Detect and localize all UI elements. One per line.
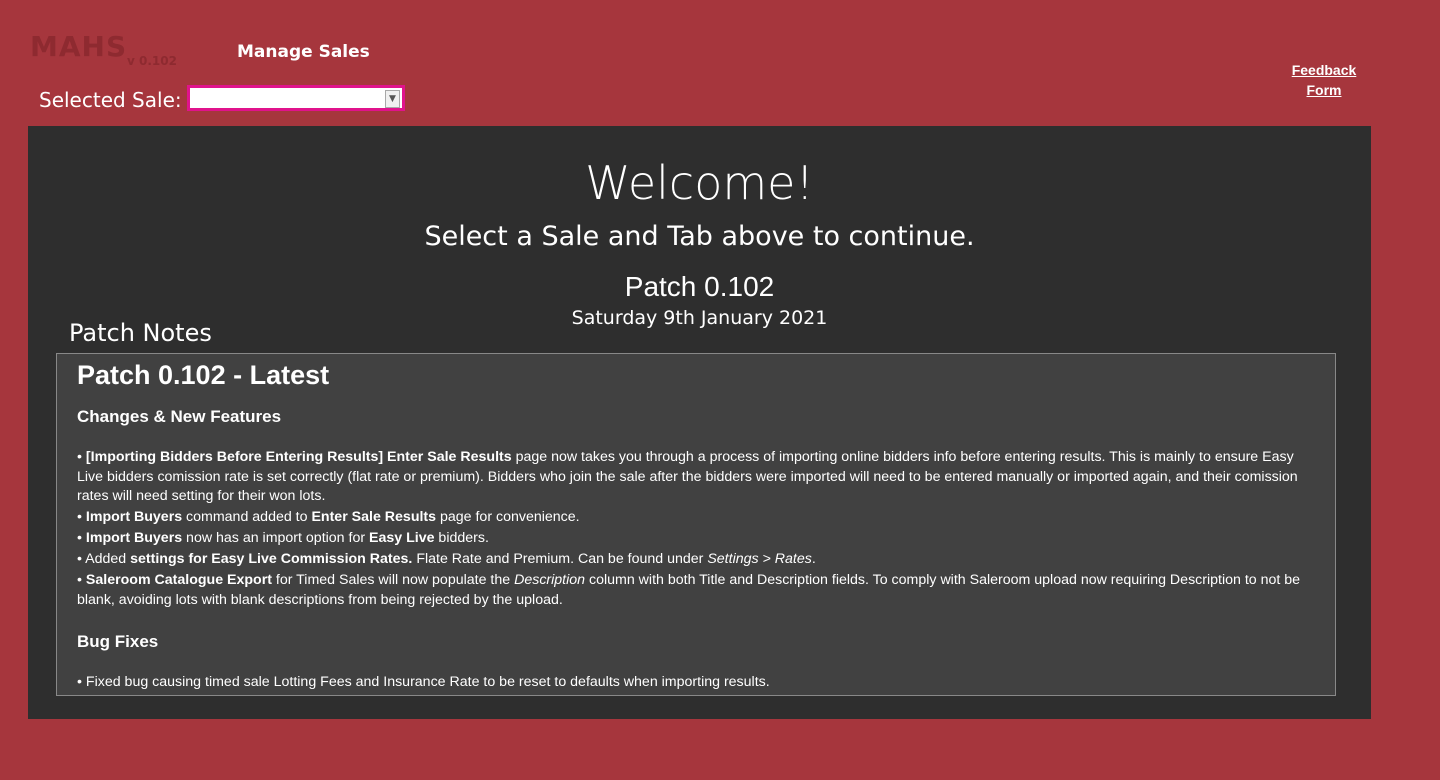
patch-date: Saturday 9th January 2021 <box>571 307 828 329</box>
list-item: • [Importing Bidders Before Entering Res… <box>77 449 1298 504</box>
welcome-title: Welcome! <box>585 156 814 210</box>
list-item: • Import Buyers now has an import option… <box>77 530 489 546</box>
patch-notes-label: Patch Notes <box>69 319 212 347</box>
version-label: v 0.102 <box>127 54 177 68</box>
app-logo: MAHS <box>30 30 128 63</box>
welcome-subtitle: Select a Sale and Tab above to continue. <box>424 221 975 252</box>
patch-version: Patch 0.102 <box>624 271 775 302</box>
list-item: • Saleroom Catalogue Export for Timed Sa… <box>77 572 1301 608</box>
bug-fixes-heading: Bug Fixes <box>77 631 159 651</box>
feedback-form-link[interactable]: Feedback Form <box>1280 60 1368 100</box>
feedback-line-1[interactable]: Feedback <box>1280 60 1368 80</box>
list-item: • Fixed bug causing timed sale Lotting F… <box>77 673 770 690</box>
selected-sale-label: Selected Sale: <box>39 88 182 112</box>
notes-heading: Patch 0.102 - Latest <box>77 360 330 390</box>
chevron-down-icon[interactable]: ▼ <box>385 90 400 108</box>
welcome-panel: Welcome! Select a Sale and Tab above to … <box>28 126 1371 719</box>
list-item: • Import Buyers command added to Enter S… <box>77 509 580 525</box>
selected-sale-dropdown[interactable]: ▼ <box>187 85 405 111</box>
changes-heading: Changes & New Features <box>77 407 282 426</box>
list-item: • Added settings for Easy Live Commissio… <box>77 551 816 567</box>
feedback-line-2[interactable]: Form <box>1280 80 1368 100</box>
patch-notes-box[interactable]: Patch 0.102 - Latest Changes & New Featu… <box>56 353 1336 696</box>
manage-sales-menu[interactable]: Manage Sales <box>237 42 370 62</box>
